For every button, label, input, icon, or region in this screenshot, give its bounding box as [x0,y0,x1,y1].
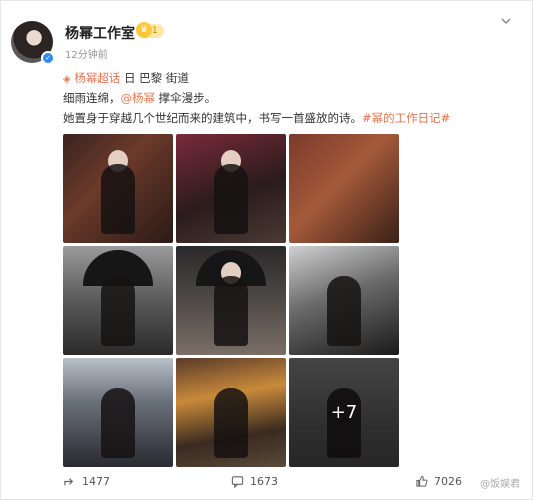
crown-icon: ♛ [136,22,152,38]
location-text: 日 巴黎 街道 [124,71,189,85]
post-text-line-3: 她置身于穿越几个世纪而来的建筑中，书写一首盛放的诗。#幂的工作日记# [63,110,450,126]
figure-body [101,276,135,346]
photo-thumbnail[interactable] [63,134,173,243]
photo-thumbnail[interactable] [289,246,399,355]
fan-level-number: 1 [152,26,158,36]
photo-thumbnail[interactable] [289,134,399,243]
photo-thumbnail-more[interactable]: +7 [289,358,399,467]
hashtag-link[interactable]: #幂的工作日记# [362,111,450,125]
supertopic-link[interactable]: 杨幂超话 [74,71,120,85]
comment-count: 1673 [250,475,278,488]
post-text-line-2: 细雨连绵，@杨幂 撑伞漫步。 [63,90,216,106]
chevron-down-icon[interactable] [500,15,512,27]
photo-thumbnail[interactable] [63,358,173,467]
like-count: 7026 [434,475,462,488]
photo-thumbnail[interactable] [176,358,286,467]
share-count: 1477 [82,475,110,488]
like-button[interactable]: 7026 [415,475,462,488]
action-bar: 1477 1673 7026 [1,473,533,497]
comment-button[interactable]: 1673 [231,475,278,488]
share-button[interactable]: 1477 [63,475,110,488]
image-grid: +7 [63,134,399,467]
author-name[interactable]: 杨幂工作室 [65,23,135,43]
post-text-line-1: ◈ 杨幂超话 日 巴黎 街道 [63,70,189,86]
supertopic-icon: ◈ [63,74,71,85]
figure-body [214,164,248,234]
figure-body [214,276,248,346]
text-body: 她置身于穿越几个世纪而来的建筑中，书写一首盛放的诗。 [63,111,362,125]
photo-thumbnail[interactable] [63,246,173,355]
fan-level-badge[interactable]: ♛ 1 [136,22,164,38]
figure-body [214,388,248,458]
photo-thumbnail[interactable] [176,134,286,243]
comment-icon [231,476,244,488]
text-prefix: 细雨连绵， [63,91,121,105]
more-images-count: +7 [289,358,399,467]
photo-thumbnail[interactable] [176,246,286,355]
figure-body [327,276,361,346]
mention-link[interactable]: @杨幂 [121,91,156,105]
figure-body [101,388,135,458]
text-suffix: 撑伞漫步。 [155,91,217,105]
watermark: @饭娱君 [480,479,520,490]
weibo-post-card: ✓ 杨幂工作室 ♛ 1 12分钟前 ◈ 杨幂超话 日 巴黎 街道 细雨连绵，@杨… [0,0,533,500]
share-icon [64,478,74,486]
figure-body [101,164,135,234]
post-time[interactable]: 12分钟前 [65,46,108,61]
thumbs-up-icon [416,475,428,487]
verified-badge-icon: ✓ [41,51,55,65]
